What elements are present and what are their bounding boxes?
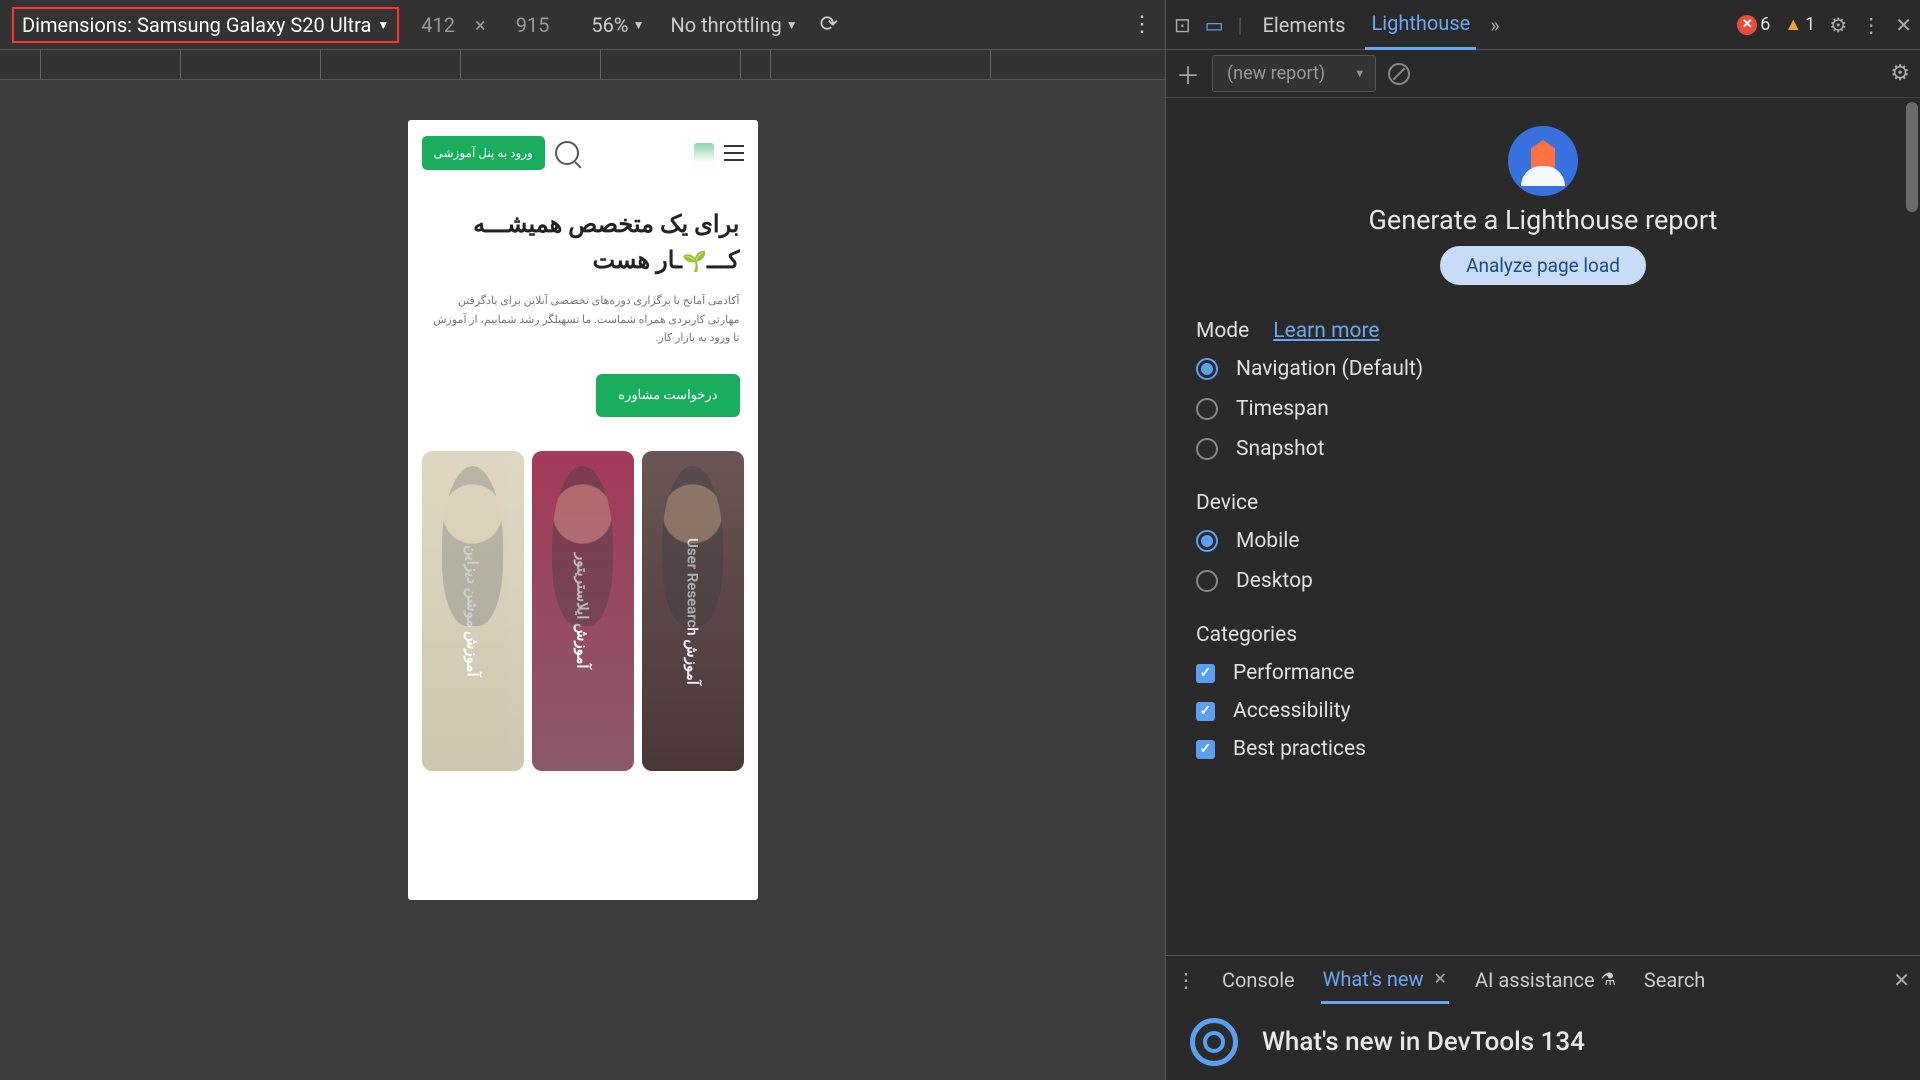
error-icon: ✕: [1737, 15, 1757, 35]
site-header: ورود به پنل آموزشی: [408, 120, 758, 186]
tab-search[interactable]: Search: [1642, 958, 1707, 1002]
chevron-down-icon: ▼: [786, 18, 798, 32]
lighthouse-logo-icon: [1508, 126, 1578, 196]
dimensions-dropdown[interactable]: Dimensions: Samsung Galaxy S20 Ultra ▼: [12, 7, 399, 43]
device-desktop-radio[interactable]: Desktop: [1196, 569, 1890, 593]
dimension-separator: ×: [475, 13, 486, 37]
rotate-icon[interactable]: ⟳: [820, 12, 838, 37]
site-logo[interactable]: [694, 143, 714, 163]
checkbox-icon: ✓: [1196, 702, 1215, 721]
gear-icon[interactable]: ⚙: [1890, 61, 1910, 86]
tab-whats-new[interactable]: What's new ✕: [1321, 957, 1449, 1004]
lighthouse-panel: Generate a Lighthouse report Analyze pag…: [1166, 98, 1920, 955]
close-icon[interactable]: ✕: [1895, 13, 1912, 37]
hero-title: برای یک متخصص همیشـــه کـــ🌱ـار هست: [426, 206, 740, 278]
lighthouse-toolbar: ＋ (new report) ▼ ⚙: [1166, 50, 1920, 98]
more-vert-icon[interactable]: ⋮: [1861, 13, 1881, 37]
chevron-down-icon: ▼: [1354, 67, 1365, 80]
viewport-height-input[interactable]: 915: [516, 13, 550, 37]
more-vert-icon[interactable]: ⋮: [1131, 12, 1153, 37]
zoom-dropdown[interactable]: 56% ▼: [591, 13, 644, 37]
radio-icon: [1196, 358, 1218, 380]
course-card[interactable]: آموزش موشن دیزاین: [422, 451, 524, 771]
report-dropdown[interactable]: (new report) ▼: [1212, 55, 1376, 92]
categories-label: Categories: [1196, 623, 1297, 647]
checkbox-icon: ✓: [1196, 740, 1215, 759]
drawer-tabbar: ⋮ Console What's new ✕ AI assistance ⚗ S…: [1166, 956, 1920, 1004]
device-toolbar: Dimensions: Samsung Galaxy S20 Ultra ▼ 4…: [0, 0, 1165, 50]
tab-ai-assistance[interactable]: AI assistance ⚗: [1473, 958, 1618, 1002]
radio-icon: [1196, 398, 1218, 420]
new-report-icon[interactable]: ＋: [1176, 56, 1200, 91]
phone-frame[interactable]: ورود به پنل آموزشی برای یک متخصص همیشـــ…: [408, 120, 758, 900]
login-button[interactable]: ورود به پنل آموزشی: [422, 136, 545, 170]
drawer: ⋮ Console What's new ✕ AI assistance ⚗ S…: [1166, 955, 1920, 1080]
throttle-dropdown[interactable]: No throttling ▼: [670, 13, 797, 37]
checkbox-icon: ✓: [1196, 664, 1215, 683]
scrollbar[interactable]: [1906, 102, 1918, 212]
more-vert-icon[interactable]: ⋮: [1176, 968, 1196, 992]
close-icon[interactable]: ✕: [1893, 968, 1910, 992]
device-viewport: ورود به پنل آموزشی برای یک متخصص همیشـــ…: [0, 80, 1165, 1080]
hero-section: برای یک متخصص همیشـــه کـــ🌱ـار هست آکاد…: [408, 186, 758, 437]
hamburger-icon[interactable]: [724, 145, 744, 161]
error-count[interactable]: ✕6: [1737, 14, 1770, 35]
category-performance-checkbox[interactable]: ✓Performance: [1196, 661, 1890, 685]
lighthouse-title: Generate a Lighthouse report: [1196, 204, 1890, 236]
clear-icon[interactable]: [1388, 63, 1410, 85]
category-bestpractices-checkbox[interactable]: ✓Best practices: [1196, 737, 1890, 761]
tab-lighthouse[interactable]: Lighthouse: [1365, 0, 1476, 50]
learn-more-link[interactable]: Learn more: [1273, 319, 1379, 343]
device-mobile-radio[interactable]: Mobile: [1196, 529, 1890, 553]
course-cards: آموزش User Research آموزش ایلاستریتور آم…: [408, 437, 758, 771]
radio-icon: [1196, 570, 1218, 592]
radio-icon: [1196, 530, 1218, 552]
course-card[interactable]: آموزش ایلاستریتور: [532, 451, 634, 771]
warning-count[interactable]: ▲1: [1784, 14, 1815, 35]
close-tab-icon[interactable]: ✕: [1434, 969, 1447, 988]
analyze-button[interactable]: Analyze page load: [1440, 246, 1646, 285]
gear-icon[interactable]: ⚙: [1829, 13, 1847, 37]
device-toggle-icon[interactable]: ▭: [1205, 13, 1224, 37]
search-icon[interactable]: [555, 141, 579, 165]
mode-timespan-radio[interactable]: Timespan: [1196, 397, 1890, 421]
radio-icon: [1196, 438, 1218, 460]
consult-button[interactable]: درخواست مشاوره: [596, 374, 739, 417]
dimensions-label: Dimensions: Samsung Galaxy S20 Ultra: [22, 13, 371, 37]
warning-icon: ▲: [1784, 14, 1802, 35]
viewport-width-input[interactable]: 412: [421, 13, 455, 37]
ruler: [0, 50, 1165, 80]
device-label: Device: [1196, 491, 1258, 515]
tab-elements[interactable]: Elements: [1257, 1, 1352, 49]
flask-icon: ⚗: [1601, 970, 1616, 990]
tab-console[interactable]: Console: [1220, 958, 1297, 1002]
mode-label: Mode: [1196, 319, 1249, 343]
mode-navigation-radio[interactable]: Navigation (Default): [1196, 357, 1890, 381]
category-accessibility-checkbox[interactable]: ✓Accessibility: [1196, 699, 1890, 723]
drawer-content: What's new in DevTools 134: [1166, 1004, 1920, 1080]
hero-description: آکادمی آمانج با برگزاری دوره‌های تخصصی آ…: [426, 292, 740, 348]
mode-snapshot-radio[interactable]: Snapshot: [1196, 437, 1890, 461]
chevron-down-icon: ▼: [377, 18, 389, 32]
leaf-icon: 🌱: [682, 249, 707, 273]
whats-new-heading: What's new in DevTools 134: [1262, 1027, 1585, 1057]
devtools-tabbar: ⊡ ▭ | Elements Lighthouse » ✕6 ▲1 ⚙ ⋮ ✕: [1166, 0, 1920, 50]
course-card[interactable]: آموزش User Research: [642, 451, 744, 771]
chevron-down-icon: ▼: [633, 18, 645, 32]
inspect-icon[interactable]: ⊡: [1174, 13, 1191, 37]
chrome-icon: [1190, 1018, 1238, 1066]
more-tabs-icon[interactable]: »: [1490, 13, 1499, 37]
